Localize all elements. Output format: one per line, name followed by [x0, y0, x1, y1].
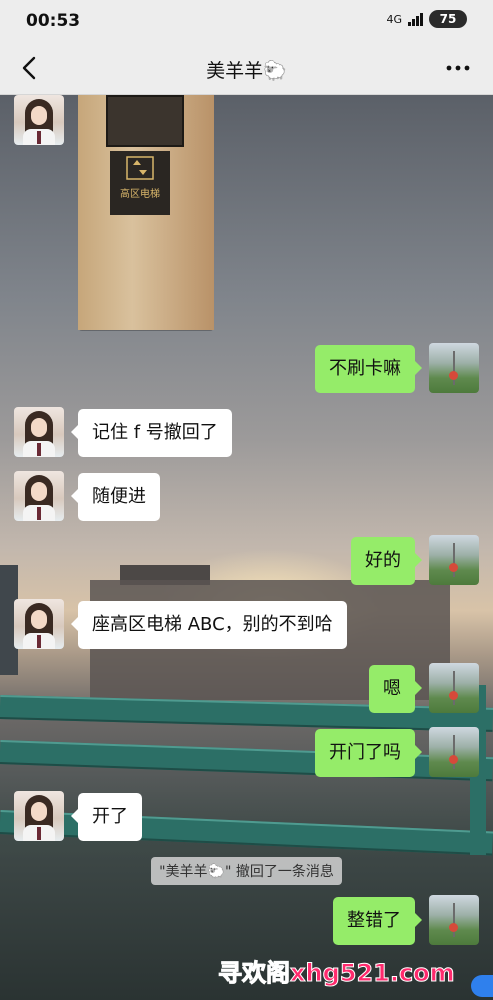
message-bubble-sent[interactable]: 开门了吗 — [315, 729, 422, 777]
recall-notice: "美羊羊🐑" 撤回了一条消息 — [0, 857, 493, 885]
avatar[interactable] — [14, 95, 64, 145]
ellipsis-icon[interactable] — [445, 58, 471, 78]
avatar[interactable] — [14, 599, 64, 649]
avatar[interactable] — [14, 407, 64, 457]
avatar[interactable] — [429, 895, 479, 945]
message-bubble-received[interactable]: 座高区电梯 ABC，别的不到哈 — [71, 601, 347, 649]
message-bubble-received[interactable]: 开了 — [71, 793, 142, 841]
floating-button[interactable] — [471, 975, 493, 997]
avatar[interactable] — [429, 343, 479, 393]
message-bubble-sent[interactable]: 好的 — [351, 537, 422, 585]
chat-area[interactable]: 高区电梯 不刷卡嘛 记住 f 号撤回了 随便进 好的 座高区电梯 ABC，别的不… — [0, 95, 493, 1000]
avatar[interactable] — [14, 471, 64, 521]
message-bubble-sent[interactable]: 整错了 — [333, 897, 422, 945]
message-bubble-sent[interactable]: 嗯 — [369, 665, 422, 713]
elevator-icon — [126, 156, 154, 180]
message-bubble-received[interactable]: 记住 f 号撤回了 — [71, 409, 232, 457]
chat-title: 美羊羊🐑 — [206, 60, 287, 82]
elevator-sign: 高区电梯 — [110, 151, 170, 215]
image-message[interactable]: 高区电梯 — [78, 95, 214, 331]
status-bar: 00:53 4G 75 — [0, 0, 493, 44]
status-time: 00:53 — [26, 11, 81, 31]
image-plaque — [106, 95, 184, 147]
chat-header: 美羊羊🐑 — [0, 44, 493, 95]
message-bubble-sent[interactable]: 不刷卡嘛 — [315, 345, 422, 393]
avatar[interactable] — [429, 535, 479, 585]
battery-icon: 75 — [429, 10, 467, 28]
watermark: 寻欢阁xhg521.com — [218, 959, 456, 988]
message-bubble-received[interactable]: 随便进 — [71, 473, 160, 521]
background-railing — [0, 695, 493, 732]
avatar[interactable] — [14, 791, 64, 841]
avatar[interactable] — [429, 663, 479, 713]
recall-notice-text: "美羊羊🐑" 撤回了一条消息 — [151, 857, 342, 885]
network-type: 4G — [386, 12, 402, 26]
avatar[interactable] — [429, 727, 479, 777]
status-icons: 4G 75 — [386, 10, 467, 28]
battery-level: 75 — [439, 12, 457, 26]
signal-icon — [408, 12, 423, 26]
elevator-sign-text: 高区电梯 — [120, 189, 160, 200]
